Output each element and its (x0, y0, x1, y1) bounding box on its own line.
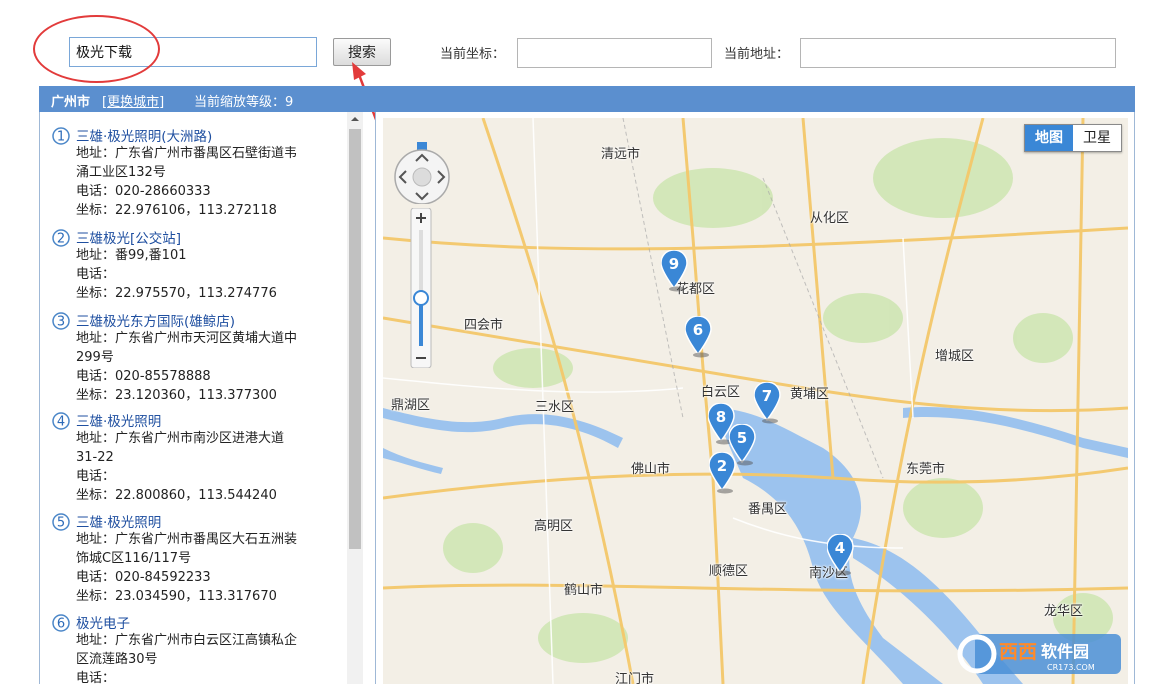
svg-text:1: 1 (57, 130, 65, 145)
zoom-slider[interactable] (410, 208, 432, 368)
number-badge-icon: 4 (52, 412, 70, 430)
result-title[interactable]: 三雄·极光照明 (76, 511, 161, 531)
result-address: 31-22 (76, 448, 114, 467)
result-coord: 坐标：22.976106，113.272118 (76, 201, 277, 220)
number-badge-icon: 1 (52, 127, 70, 145)
map-marker-9[interactable]: 9 (661, 250, 689, 292)
place-label: 白云区 (701, 381, 740, 400)
place-label: 江门市 (615, 668, 654, 684)
result-coord: 坐标：23.034590，113.317670 (76, 587, 277, 606)
place-label: 番禺区 (748, 498, 787, 517)
search-button[interactable]: 搜索 (333, 38, 391, 66)
number-badge-icon: 2 (52, 229, 70, 247)
result-title[interactable]: 极光电子 (76, 612, 130, 632)
place-label: 高明区 (534, 515, 573, 534)
number-badge-icon: 3 (52, 312, 70, 330)
current-address-field[interactable] (800, 38, 1116, 68)
search-input[interactable] (69, 37, 317, 67)
current-coord-field[interactable] (517, 38, 712, 68)
place-label: 黄埔区 (790, 383, 829, 402)
result-title[interactable]: 三雄极光[公交站] (76, 227, 181, 247)
svg-text:2: 2 (57, 232, 65, 247)
result-address: 地址：广东省广州市南沙区进港大道 (76, 429, 284, 448)
city-name: 广州市 (51, 91, 90, 110)
place-label: 清远市 (601, 143, 640, 162)
map-marker-6[interactable]: 6 (685, 316, 713, 358)
result-coord: 坐标：22.800860，113.544240 (76, 486, 277, 505)
scroll-thumb[interactable] (349, 129, 361, 549)
svg-text:4: 4 (57, 415, 65, 430)
map-type-switch[interactable]: 地图 卫星 (1024, 124, 1122, 152)
current-coord-label: 当前坐标： (440, 43, 505, 62)
place-label: 鼎湖区 (391, 394, 430, 413)
place-label: 增城区 (935, 345, 974, 364)
svg-text:3: 3 (57, 315, 65, 330)
marker-number: 9 (661, 255, 687, 273)
city-header-bar: 广州市 [更换城市] 当前缩放等级：9 (39, 86, 1135, 112)
result-address: 地址：广东省广州市天河区黄埔大道中 (76, 329, 297, 348)
place-label: 顺德区 (709, 560, 748, 579)
result-title[interactable]: 三雄·极光照明 (76, 410, 161, 430)
svg-text:6: 6 (57, 617, 65, 632)
map-marker-2[interactable]: 2 (709, 452, 737, 494)
result-title[interactable]: 三雄极光东方国际(雄鲸店) (76, 310, 235, 330)
result-title[interactable]: 三雄·极光照明(大洲路) (76, 125, 212, 145)
number-badge-icon: 5 (52, 513, 70, 531)
current-address-label: 当前地址： (724, 43, 789, 62)
svg-text:CR173.COM: CR173.COM (1047, 663, 1095, 672)
scroll-up-icon[interactable] (347, 112, 363, 126)
marker-number: 7 (754, 387, 780, 405)
result-coord: 坐标：23.120360，113.377300 (76, 386, 277, 405)
place-label: 四会市 (464, 314, 503, 333)
marker-number: 2 (709, 457, 735, 475)
top-toolbar: 搜索 当前坐标： 当前地址： (0, 0, 1153, 86)
results-list[interactable]: 1 三雄·极光照明(大洲路) 地址：广东省广州市番禺区石壁街道韦 涌工业区132… (39, 112, 363, 684)
change-city-text[interactable]: 更换城市 (107, 95, 159, 110)
map-marker-4[interactable]: 4 (827, 534, 855, 576)
svg-text:5: 5 (57, 516, 65, 531)
result-phone: 电话：020-84592233 (76, 568, 211, 587)
zoom-level-text: 当前缩放等级：9 (194, 91, 293, 110)
result-phone: 电话： (76, 669, 115, 684)
result-address: 饰城C区116/117号 (76, 549, 191, 568)
place-label: 龙华区 (1044, 600, 1083, 619)
result-phone: 电话：020-85578888 (76, 367, 211, 386)
result-address: 区流莲路30号 (76, 650, 158, 669)
place-label: 东莞市 (906, 458, 945, 477)
marker-number: 6 (685, 321, 711, 339)
pan-control-icon[interactable] (391, 142, 453, 204)
change-city-link[interactable]: [更换城市] (102, 91, 164, 110)
map-canvas[interactable]: 清远市 从化区 花都区 四会市 增城区 白云区 黄埔区 鼎湖区 三水区 佛山市 … (383, 118, 1128, 684)
watermark-logo: 西西 软件园 CR173.COM (955, 628, 1125, 678)
marker-number: 4 (827, 539, 853, 557)
result-address: 地址：广东省广州市番禺区石壁街道韦 (76, 144, 297, 163)
list-scrollbar[interactable] (347, 112, 363, 684)
place-label: 三水区 (535, 396, 574, 415)
result-phone: 电话： (76, 467, 115, 486)
map-marker-7[interactable]: 7 (754, 382, 782, 424)
svg-text:软件园: 软件园 (1041, 642, 1089, 661)
result-address: 299号 (76, 348, 114, 367)
map-type-map-button[interactable]: 地图 (1025, 125, 1073, 151)
place-label: 佛山市 (631, 458, 670, 477)
result-address: 地址：广东省广州市白云区江高镇私企 (76, 631, 297, 650)
result-address: 涌工业区132号 (76, 163, 166, 182)
place-label: 从化区 (810, 207, 849, 226)
result-address: 地址：广东省广州市番禺区大石五洲装 (76, 530, 297, 549)
result-phone: 电话： (76, 265, 115, 284)
map-type-satellite-button[interactable]: 卫星 (1073, 125, 1121, 151)
result-address: 地址：番99,番101 (76, 246, 187, 265)
svg-text:西西: 西西 (999, 641, 1037, 663)
result-coord: 坐标：22.975570，113.274776 (76, 284, 277, 303)
marker-number: 5 (729, 429, 755, 447)
number-badge-icon: 6 (52, 614, 70, 632)
place-label: 鹤山市 (564, 579, 603, 598)
result-phone: 电话：020-28660333 (76, 182, 211, 201)
